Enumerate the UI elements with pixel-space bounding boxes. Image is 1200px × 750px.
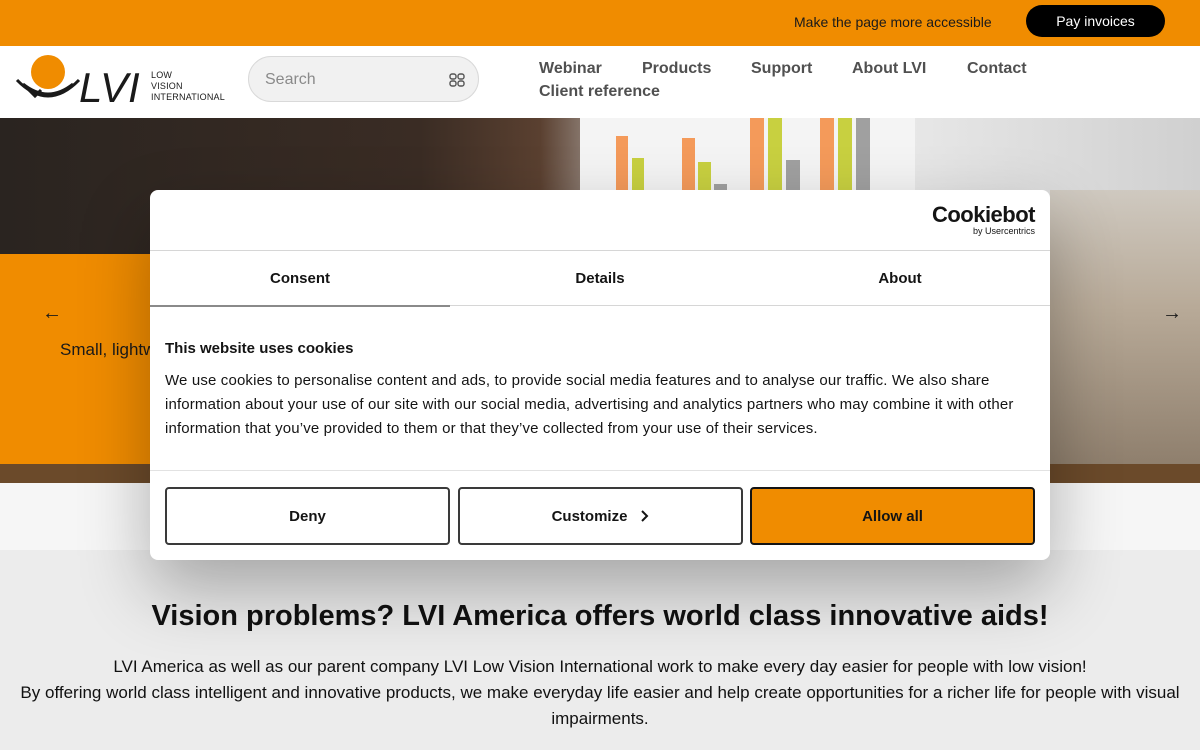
deny-label: Deny — [289, 507, 326, 525]
intro-text: LVI America as well as our parent compan… — [20, 654, 1180, 732]
cookie-consent-dialog: Cookiebot by Usercentrics Consent Detail… — [150, 190, 1050, 560]
intro-line-2: By offering world class intelligent and … — [20, 683, 1180, 728]
customize-button[interactable]: Customize — [458, 487, 743, 545]
chevron-right-icon — [641, 510, 649, 522]
nav-item-client-reference[interactable]: Client reference — [539, 83, 660, 101]
allow-all-label: Allow all — [862, 507, 923, 525]
allow-all-button[interactable]: Allow all — [750, 487, 1035, 545]
search-icon[interactable] — [449, 72, 465, 88]
hero-bar-graphic — [616, 118, 870, 190]
logo-tagline: LOW VISION INTERNATIONAL — [151, 70, 225, 102]
nav-item-webinar[interactable]: Webinar — [539, 60, 602, 78]
prev-slide-arrow-icon[interactable]: ← — [42, 302, 62, 325]
accessibility-link[interactable]: Make the page more accessible — [794, 14, 992, 30]
svg-text:LVI: LVI — [79, 64, 140, 110]
tab-about[interactable]: About — [750, 251, 1050, 306]
intro-line-1: LVI America as well as our parent compan… — [113, 657, 1087, 676]
search-placeholder: Search — [265, 71, 316, 88]
tab-consent[interactable]: Consent — [150, 251, 450, 307]
cookiebot-logo[interactable]: Cookiebot by Usercentrics — [931, 202, 1036, 236]
cookie-title: This website uses cookies — [165, 340, 354, 357]
page-title: Vision problems? LVI America offers worl… — [151, 600, 1049, 632]
cookiebot-name: Cookiebot — [931, 202, 1036, 227]
cookie-description: We use cookies to personalise content an… — [165, 372, 1014, 437]
lvi-logo[interactable]: LVI LOW VISION INTERNATIONAL — [15, 54, 235, 111]
nav-item-products[interactable]: Products — [642, 60, 711, 78]
nav-item-contact[interactable]: Contact — [967, 60, 1027, 78]
search-input[interactable]: Search — [248, 56, 479, 102]
next-slide-arrow-icon[interactable]: → — [1162, 302, 1182, 325]
site-header: LVI LOW VISION INTERNATIONAL Search Webi… — [0, 46, 1200, 118]
tab-details[interactable]: Details — [450, 251, 750, 306]
hero-whiteboard — [580, 118, 915, 190]
cookie-divider — [150, 470, 1050, 471]
hero-caption: Small, lightweight — [60, 340, 150, 359]
nav-item-support[interactable]: Support — [751, 60, 812, 78]
customize-label: Customize — [551, 507, 628, 525]
hero-image-right — [1050, 190, 1200, 483]
cookie-tabs: Consent Details About — [150, 250, 1050, 307]
pay-invoices-button[interactable]: Pay invoices — [1026, 5, 1165, 37]
top-bar: Make the page more accessible Pay invoic… — [0, 0, 1200, 46]
deny-button[interactable]: Deny — [165, 487, 450, 545]
logo-mark-icon: LVI — [15, 55, 140, 111]
nav-item-about[interactable]: About LVI — [852, 60, 926, 78]
